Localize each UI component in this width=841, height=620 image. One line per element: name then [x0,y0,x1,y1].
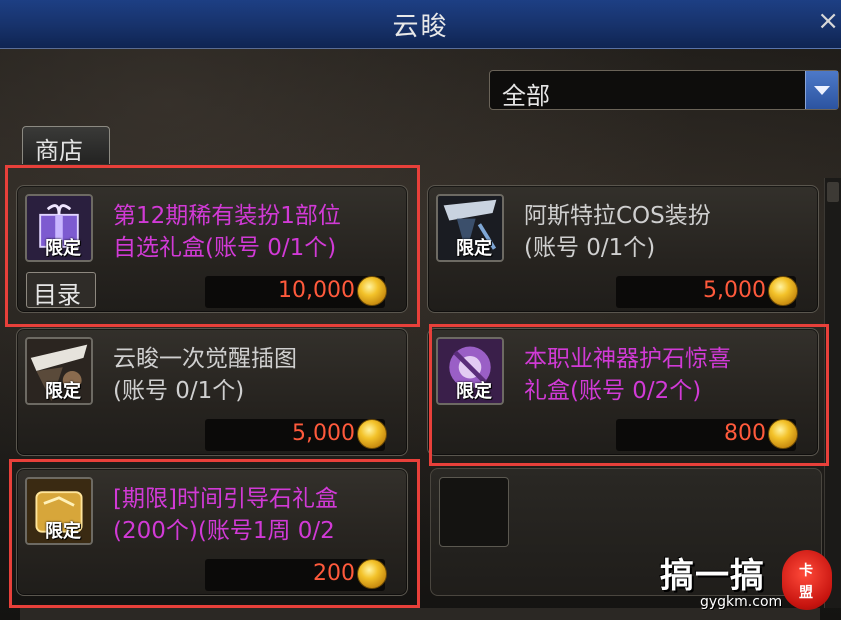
costume-icon[interactable]: 限定 [436,194,504,262]
item-name: 本职业神器护石惊喜 礼盒(账号 0/2个) [524,346,731,404]
seal-logo: 卡 盟 [782,550,832,610]
price-box: 5,000 [205,419,387,451]
category-dropdown[interactable]: 全部 [489,70,839,110]
limited-badge: 限定 [456,381,492,402]
item-price: 10,000 [278,278,355,303]
item-name: 云睃一次觉醒插图 (账号 0/1个) [113,346,297,404]
limited-badge: 限定 [456,238,492,259]
coin-icon [357,559,387,589]
coin-icon [357,276,387,306]
empty-slot [439,477,509,547]
tab-shop-label: 商店 [35,137,83,165]
dropdown-value: 全部 [502,82,550,110]
item-price: 200 [313,561,355,586]
illustration-icon[interactable]: 限定 [25,337,93,405]
coin-icon [768,419,798,449]
seal-top: 卡 [799,563,813,579]
seal-bottom: 盟 [799,585,813,601]
scrollbar[interactable] [824,178,841,608]
item-name: 第12期稀有装扮1部位 自选礼盒(账号 0/1个) [113,203,341,261]
item-name: [期限]时间引导石礼盒 (200个)(账号1周 0/2 [113,486,338,544]
title-bar: 云睃 × [0,0,841,49]
limited-badge: 限定 [45,381,81,402]
price-box: 800 [616,419,798,451]
shop-item-card[interactable]: 限定 [期限]时间引导石礼盒 (200个)(账号1周 0/2 200 [16,468,408,596]
gift-box-icon[interactable]: 限定 [25,194,93,262]
shop-item-card[interactable]: 限定 阿斯特拉COS装扮 (账号 0/1个) 5,000 [427,185,819,313]
coin-icon [357,419,387,449]
price-box: 200 [205,559,387,591]
watermark: 搞一搞 gygkm.com 卡 盟 [660,548,841,620]
coin-icon [768,276,798,306]
catalog-label: 目录 [33,281,81,309]
tab-shop[interactable]: 商店 [22,126,110,165]
item-price: 5,000 [292,421,355,446]
price-box: 5,000 [616,276,798,308]
limited-badge: 限定 [45,238,81,259]
shop-item-card[interactable]: 限定 云睃一次觉醒插图 (账号 0/1个) 5,000 [16,328,408,456]
shop-item-card[interactable]: 限定 本职业神器护石惊喜 礼盒(账号 0/2个) 800 [427,328,819,456]
chevron-down-icon[interactable] [805,71,838,109]
item-price: 800 [724,421,766,446]
catalog-button[interactable]: 目录 [26,272,96,309]
talisman-box-icon[interactable]: 限定 [436,337,504,405]
item-name: 阿斯特拉COS装扮 (账号 0/1个) [524,203,711,261]
scroll-up-icon[interactable] [827,182,839,202]
limited-badge: 限定 [45,521,81,542]
stone-box-icon[interactable]: 限定 [25,477,93,545]
watermark-brand: 搞一搞 [660,556,765,596]
close-icon[interactable]: × [817,6,839,36]
watermark-url: gygkm.com [700,594,783,610]
price-box: 10,000 [205,276,387,308]
window-title: 云睃 [392,12,449,42]
item-price: 5,000 [703,278,766,303]
